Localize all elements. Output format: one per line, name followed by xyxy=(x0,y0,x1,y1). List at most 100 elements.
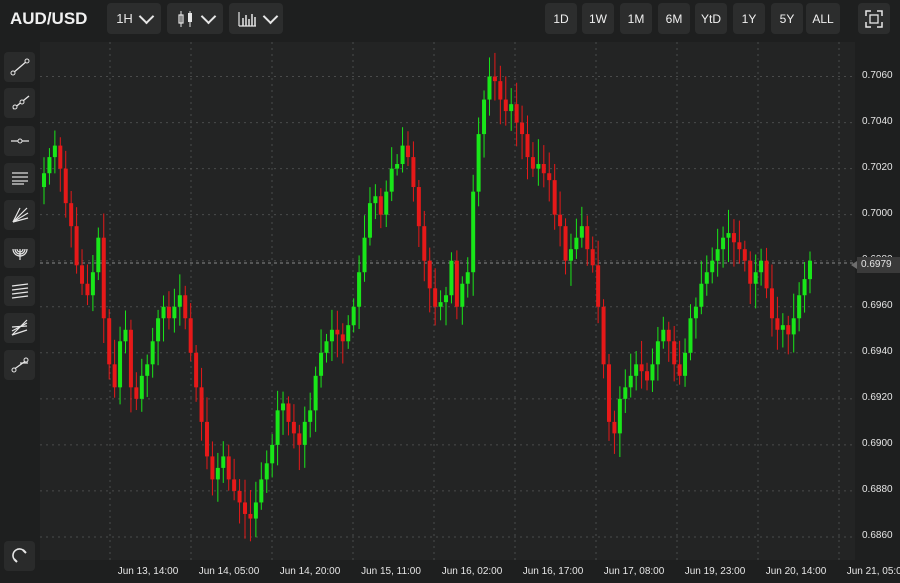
interval-dropdown[interactable]: 1H xyxy=(107,3,161,34)
candle-up xyxy=(574,237,579,250)
candle-up xyxy=(509,104,514,112)
candle-up xyxy=(270,444,275,464)
x-tick-label: Jun 16, 17:00 xyxy=(522,566,584,577)
candle-down xyxy=(112,364,117,388)
candle-down xyxy=(563,226,568,261)
x-tick-label: Jun 15, 11:00 xyxy=(361,566,421,577)
candle-down xyxy=(612,421,617,434)
candle-up xyxy=(52,145,57,158)
candle-up xyxy=(628,375,633,388)
fullscreen-button[interactable] xyxy=(858,3,890,34)
candle-down xyxy=(297,433,302,445)
candle-down xyxy=(454,260,459,307)
trend-line-icon xyxy=(10,58,29,76)
candle-down xyxy=(210,456,215,480)
candle-up xyxy=(536,164,541,169)
y-tick-label: 0.6960 xyxy=(862,299,893,311)
y-tick-label: 0.7000 xyxy=(862,207,893,219)
parallel-channel-tool[interactable] xyxy=(4,163,35,193)
fib-fan-icon xyxy=(11,207,28,223)
candle-up xyxy=(721,237,726,250)
interval-label: 1H xyxy=(116,11,133,26)
candle-up xyxy=(395,164,400,169)
candle-up xyxy=(704,272,709,284)
candle-up xyxy=(313,375,318,411)
candle-down xyxy=(775,318,780,330)
candle-down xyxy=(194,352,199,388)
candle-down xyxy=(601,306,606,365)
range-button-ytd[interactable]: YtD xyxy=(695,3,727,34)
candle-up xyxy=(802,279,807,296)
candle-up xyxy=(357,272,362,307)
candle-down xyxy=(742,249,747,261)
candle-up xyxy=(693,306,698,319)
horizontal-line-tool[interactable] xyxy=(4,126,35,156)
candle-up xyxy=(373,196,378,204)
candle-down xyxy=(405,145,410,158)
fib-arcs-icon xyxy=(11,248,28,260)
candle-up xyxy=(661,329,666,342)
candle-up xyxy=(367,203,372,238)
candle-up xyxy=(123,329,128,342)
fib-fan-tool[interactable] xyxy=(4,200,35,230)
candle-up xyxy=(465,272,470,284)
candle-down xyxy=(672,341,677,365)
range-button-1w[interactable]: 1W xyxy=(582,3,614,34)
indicators-dropdown[interactable] xyxy=(229,3,283,34)
x-tick-label: Jun 21, 05:00 xyxy=(846,566,900,577)
measure-icon xyxy=(11,357,28,373)
candle-down xyxy=(606,364,611,422)
candle-up xyxy=(90,272,95,296)
candle-up xyxy=(47,157,52,174)
range-button-5y[interactable]: 5Y xyxy=(771,3,803,34)
y-tick-label: 0.6860 xyxy=(862,529,893,541)
candle-up xyxy=(710,260,715,273)
candle-up xyxy=(617,398,622,434)
magnet-icon xyxy=(11,548,27,563)
candle-down xyxy=(411,157,416,188)
y-tick-label: 0.7060 xyxy=(862,69,893,81)
fib-retracement-tool[interactable] xyxy=(4,276,35,306)
candle-down xyxy=(340,334,345,342)
candle-down xyxy=(128,329,133,388)
range-button-all[interactable]: ALL xyxy=(806,3,840,34)
x-tick-label: Jun 17, 08:00 xyxy=(603,566,665,577)
candle-up xyxy=(302,421,307,445)
candle-down xyxy=(237,490,242,503)
candle-up xyxy=(487,76,492,100)
magnet-tool[interactable] xyxy=(4,541,35,571)
candle-up xyxy=(161,306,166,319)
candle-up xyxy=(797,295,802,319)
candle-up xyxy=(780,325,785,330)
trend-line-tool[interactable] xyxy=(4,52,35,82)
candle-up xyxy=(384,191,389,215)
candle-up xyxy=(471,191,476,273)
candle-up xyxy=(275,410,280,445)
range-button-6m[interactable]: 6M xyxy=(658,3,690,34)
candle-down xyxy=(677,364,682,376)
gann-fan-tool[interactable] xyxy=(4,313,35,343)
ray-icon xyxy=(12,95,29,110)
candle-down xyxy=(427,260,432,289)
candle-up xyxy=(568,249,573,261)
ray-tool[interactable] xyxy=(4,88,35,118)
candle-down xyxy=(422,226,427,261)
range-button-1m[interactable]: 1M xyxy=(620,3,652,34)
indicator-chart-icon xyxy=(237,11,256,27)
candle-up xyxy=(438,302,443,307)
candle-up xyxy=(688,318,693,353)
candle-down xyxy=(243,502,248,514)
candle-up xyxy=(215,467,220,480)
candle-up xyxy=(177,295,182,307)
fib-retracement-icon xyxy=(11,283,28,299)
fib-arcs-tool[interactable] xyxy=(4,238,35,268)
y-tick-label: 0.6940 xyxy=(862,345,893,357)
candle-up xyxy=(482,99,487,135)
measure-tool[interactable] xyxy=(4,350,35,380)
x-tick-label: Jun 19, 23:00 xyxy=(684,566,746,577)
chart-plot-area[interactable] xyxy=(40,42,855,560)
chart-type-dropdown[interactable] xyxy=(167,3,223,34)
range-button-1d[interactable]: 1D xyxy=(545,3,577,34)
range-button-1y[interactable]: 1Y xyxy=(733,3,765,34)
candle-down xyxy=(188,318,193,353)
